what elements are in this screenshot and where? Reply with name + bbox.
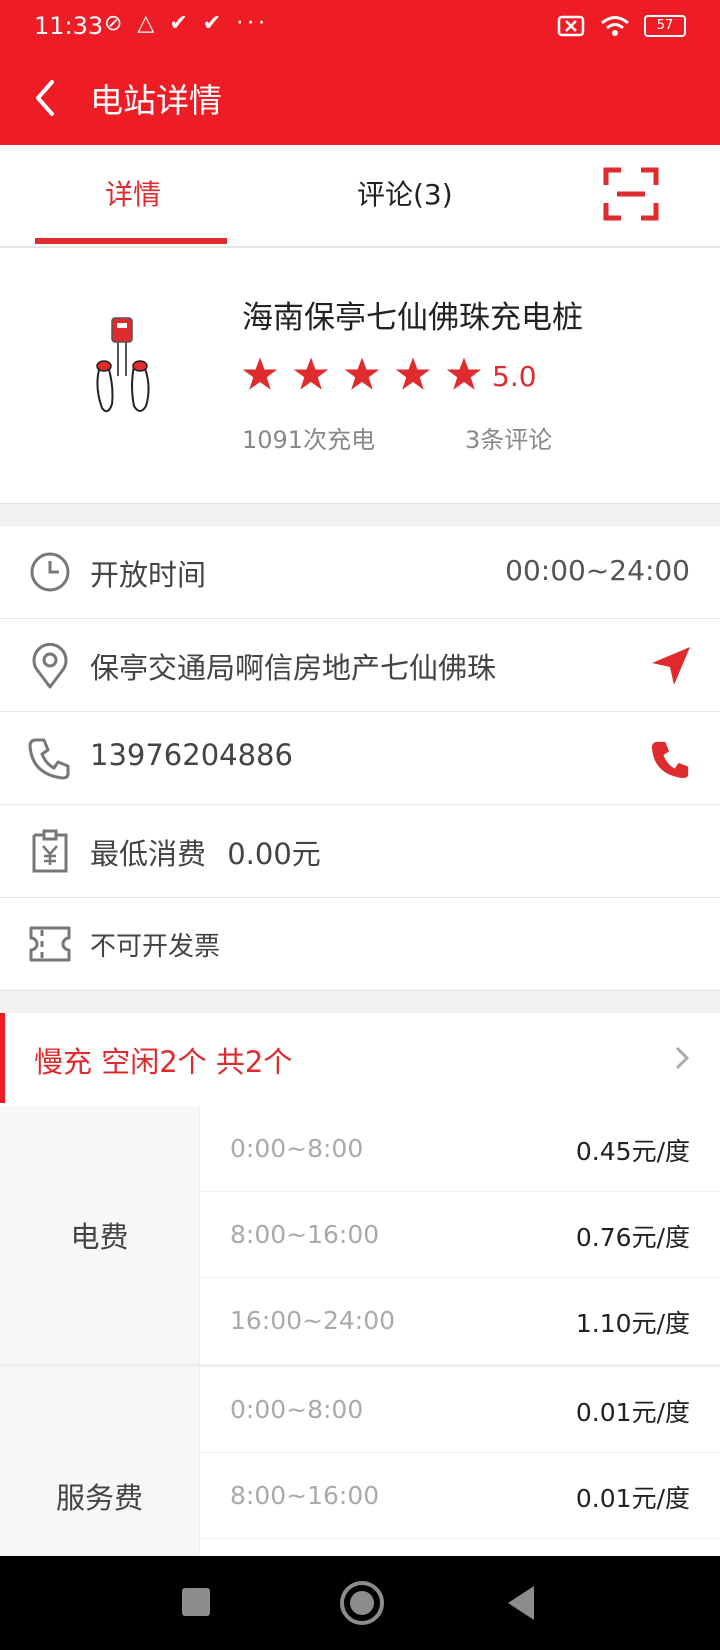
electricity-fee-group: 电费 0:00~8:00 0.45元/度 8:00~16:00 0.76元/度 …: [0, 1106, 720, 1367]
service-fee-group: 服务费 0:00~8:00 0.01元/度 8:00~16:00 0.01元/度: [0, 1367, 720, 1625]
invoice-row: 不可开发票: [0, 898, 720, 989]
star-icon: [344, 357, 380, 390]
fee-time: 0:00~8:00: [230, 1134, 364, 1163]
active-tab-indicator: [35, 238, 227, 244]
fee-price: 0.01元/度: [575, 1484, 690, 1513]
address-row[interactable]: 保亭交通局啊信房地产七仙佛珠: [0, 619, 720, 712]
review-count[interactable]: 3条评论: [465, 420, 552, 455]
back-button[interactable]: [508, 1586, 534, 1620]
star-icon: [242, 357, 278, 390]
navigate-icon[interactable]: [650, 645, 692, 687]
section-divider: [0, 503, 720, 527]
page-title: 电站详情: [90, 81, 222, 120]
fee-time: 0:00~8:00: [230, 1395, 364, 1424]
scan-icon[interactable]: [603, 167, 659, 221]
phone-row[interactable]: 13976204886: [0, 712, 720, 805]
fee-price: 0.01元/度: [575, 1398, 690, 1427]
status-right-icons: 57: [557, 12, 686, 37]
fee-row: 0:00~8:00 0.45元/度: [200, 1106, 720, 1192]
slow-charge-status: 慢充 空闲2个 共2个: [34, 1045, 293, 1079]
fee-price: 0.76元/度: [575, 1223, 690, 1252]
section-divider: [0, 990, 720, 1014]
status-bar: 11:33 ⊘ △ ✔ ✔ ··· 57: [0, 0, 720, 56]
min-cost-label: 最低消费 0.00元: [90, 831, 321, 873]
fee-row: 0:00~8:00 0.01元/度: [200, 1367, 720, 1453]
fee-group-label-text: 服务费: [55, 1481, 143, 1515]
slow-charge-header[interactable]: 慢充 空闲2个 共2个: [0, 1013, 720, 1103]
section-accent-bar: [0, 1013, 5, 1103]
fee-row: 8:00~16:00 0.01元/度: [200, 1453, 720, 1539]
clock-icon: [30, 552, 70, 592]
status-time: 11:33: [34, 12, 104, 40]
address-text: 保亭交通局啊信房地产七仙佛珠: [90, 651, 497, 685]
star-icon: [293, 357, 329, 390]
charging-pile-icon: [96, 317, 150, 413]
min-cost-value: 0.00元: [227, 837, 321, 871]
wifi-icon: [600, 15, 629, 36]
fee-group-label: 电费: [0, 1106, 200, 1364]
fee-price: 1.10元/度: [575, 1309, 690, 1338]
notification-icons: ⊘ △ ✔ ✔ ···: [104, 11, 270, 36]
min-cost-title: 最低消费: [90, 837, 207, 871]
fee-time: 8:00~16:00: [230, 1220, 380, 1249]
fee-time: 16:00~24:00: [230, 1306, 396, 1335]
star-icon: [396, 357, 431, 390]
station-name: 海南保亭七仙佛珠充电桩: [242, 300, 583, 336]
fee-row: 16:00~24:00 1.10元/度: [200, 1278, 720, 1363]
invoice-text: 不可开发票: [90, 932, 221, 962]
battery-level: 57: [656, 17, 674, 33]
fee-row: 8:00~16:00 0.76元/度: [200, 1192, 720, 1278]
back-arrow-icon[interactable]: [28, 74, 68, 122]
receipt-yen-icon: [32, 829, 68, 873]
star-icon: [447, 357, 482, 390]
phone-number: 13976204886: [90, 738, 293, 772]
open-hours-label: 开放时间: [90, 558, 207, 592]
ticket-icon: [29, 926, 71, 962]
rating-value: 5.0: [492, 360, 537, 393]
charge-count: 1091次充电: [242, 426, 376, 454]
open-hours-row: 开放时间 00:00~24:00: [0, 526, 720, 619]
tab-details[interactable]: 详情: [105, 173, 161, 213]
open-hours-value: 00:00~24:00: [505, 554, 690, 587]
tab-bar: 详情 评论(3): [0, 145, 720, 248]
recent-apps-button[interactable]: [182, 1588, 210, 1616]
battery-icon: 57: [644, 14, 686, 37]
fee-time: 8:00~16:00: [230, 1481, 380, 1510]
call-icon[interactable]: [650, 738, 692, 780]
chevron-right-icon[interactable]: [672, 1043, 692, 1073]
tab-reviews[interactable]: 评论(3): [357, 173, 453, 213]
star-rating: [242, 356, 492, 396]
min-cost-row: 最低消费 0.00元: [0, 805, 720, 898]
sim-off-icon: [558, 15, 585, 36]
home-button-dot: [350, 1591, 374, 1615]
fee-price: 0.45元/度: [575, 1137, 690, 1166]
phone-outline-icon: [28, 738, 70, 780]
system-nav-bar: [0, 1556, 720, 1650]
station-header: 海南保亭七仙佛珠充电桩 5.0 1091次充电 3条评论: [0, 248, 720, 503]
location-pin-icon: [32, 642, 68, 689]
